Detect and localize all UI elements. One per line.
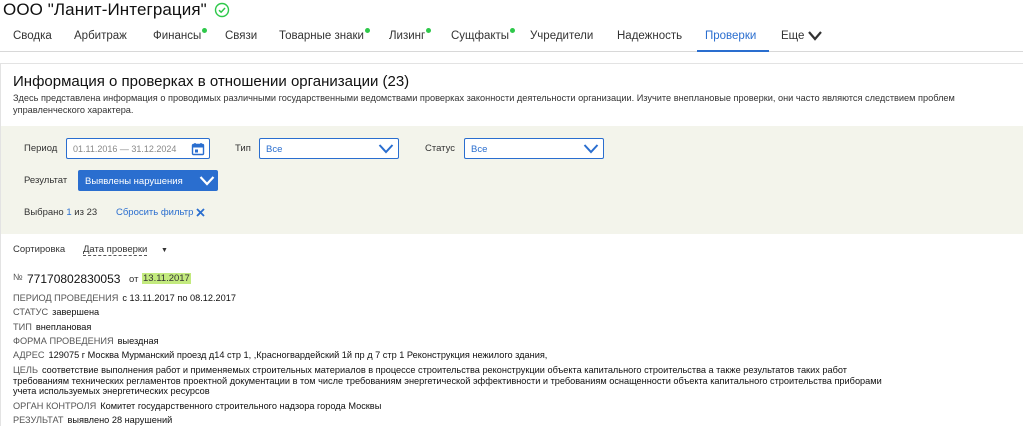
update-dot-icon <box>202 28 208 33</box>
active-tab-indicator <box>697 50 769 52</box>
tab-trademarks[interactable]: Товарные знаки <box>279 28 370 42</box>
chevron-down-icon <box>378 144 394 154</box>
field-result: Результат выявлено 28 нарушений <box>13 415 173 425</box>
selected-count: Выбрано 1 из 23 <box>24 207 98 218</box>
status-select[interactable]: Все <box>464 138 604 159</box>
field-period: Период проведения с 13.11.2017 по 08.12.2… <box>13 293 236 303</box>
period-date-range-input[interactable]: 01.11.2016 — 31.12.2024 <box>66 138 210 159</box>
reset-filter-link[interactable]: Сбросить фильтр <box>116 207 206 218</box>
record-number: 77170802830053 <box>27 272 121 286</box>
record-from-label: от <box>129 274 139 285</box>
tab-finansy[interactable]: Финансы <box>153 28 208 42</box>
result-select[interactable]: Выявлены нарушения <box>78 170 218 191</box>
field-form: Форма проведения выездная <box>13 336 159 346</box>
update-dot-icon <box>426 28 432 33</box>
caret-down-icon[interactable]: ▼ <box>161 247 168 254</box>
section-description: Здесь представлена информация о проводим… <box>13 93 955 115</box>
record-date: 13.11.2017 <box>142 273 191 284</box>
result-label: Результат <box>24 175 68 186</box>
calendar-icon[interactable] <box>191 142 205 156</box>
tab-arbitrazh[interactable]: Арбитраж <box>74 30 127 42</box>
type-select[interactable]: Все <box>259 138 399 159</box>
company-header: ООО "Ланит-Интеграция" <box>3 0 230 20</box>
tab-lizing[interactable]: Лизинг <box>389 28 432 42</box>
page-title: Информация о проверках в отношении орган… <box>13 73 410 90</box>
update-dot-icon <box>510 28 516 33</box>
chevron-down-icon[interactable] <box>807 30 823 42</box>
tab-sushfakty[interactable]: Сущфакты <box>451 28 516 42</box>
chevron-down-icon <box>583 144 599 154</box>
section-tabs: Сводка Арбитраж Финансы Связи Товарные з… <box>0 24 1023 52</box>
field-goal-line3: учета используемых энергетических ресурс… <box>13 386 210 396</box>
close-icon <box>196 208 206 217</box>
field-type: Тип внеплановая <box>13 322 92 332</box>
verified-check-icon <box>214 2 230 18</box>
record-number-sign: № <box>13 272 23 282</box>
tab-reliability[interactable]: Надежность <box>617 30 682 42</box>
tab-inspections[interactable]: Проверки <box>705 30 756 42</box>
update-dot-icon <box>364 28 370 33</box>
tab-svodka[interactable]: Сводка <box>13 30 52 42</box>
chevron-down-icon <box>199 176 215 186</box>
tab-svyazi[interactable]: Связи <box>225 30 257 42</box>
status-label: Статус <box>425 143 456 154</box>
field-goal: Цель соответствие выполнения работ и прим… <box>13 365 847 375</box>
tab-more[interactable]: Еще <box>781 30 804 42</box>
sort-label: Сортировка <box>13 244 66 255</box>
field-status: Статус завершена <box>13 307 100 317</box>
type-label: Тип <box>235 143 251 154</box>
field-address: Адрес 129075 г Москва Мурманский проезд д… <box>13 350 548 360</box>
tab-founders[interactable]: Учредители <box>530 30 593 42</box>
company-name: ООО "Ланит-Интеграция" <box>3 0 207 19</box>
field-control-body: Орган контроля Комитет государственного с… <box>13 401 382 411</box>
period-label: Период <box>24 143 58 154</box>
sort-dropdown[interactable]: Дата проверки <box>83 244 148 256</box>
